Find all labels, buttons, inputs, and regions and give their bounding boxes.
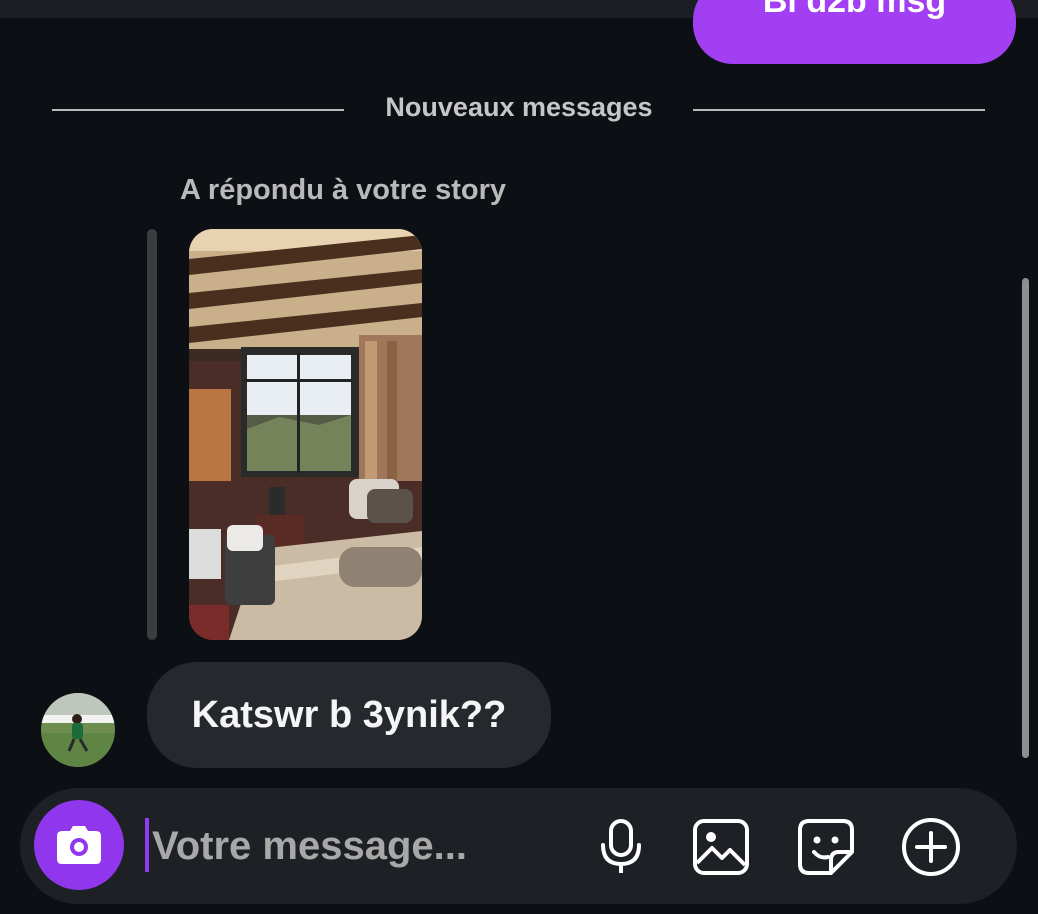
scrollbar[interactable] — [1022, 278, 1029, 758]
text-caret — [145, 818, 149, 872]
divider-line-left — [52, 109, 344, 111]
reply-indicator-bar — [147, 229, 157, 640]
story-thumbnail[interactable] — [189, 229, 422, 640]
camera-button[interactable] — [34, 800, 124, 890]
camera-icon — [57, 826, 101, 864]
microphone-icon — [601, 819, 641, 873]
more-options-button[interactable] — [900, 816, 962, 878]
image-icon — [693, 819, 749, 875]
sent-message-text: Bi d2b msg — [762, 0, 947, 20]
sent-message-bubble[interactable]: Bi d2b msg — [693, 0, 1016, 64]
sticker-icon — [798, 819, 854, 875]
gallery-button[interactable] — [690, 816, 752, 878]
new-messages-divider: Nouveaux messages — [385, 92, 653, 122]
plus-circle-icon — [902, 818, 960, 876]
message-input[interactable] — [152, 814, 572, 878]
sticker-button[interactable] — [795, 816, 857, 878]
divider-line-right — [693, 109, 985, 111]
voice-message-button[interactable] — [590, 816, 652, 878]
received-message-bubble[interactable]: Katswr b 3ynik?? — [147, 662, 551, 768]
sender-avatar[interactable] — [41, 693, 115, 767]
received-message-text: Katswr b 3ynik?? — [191, 693, 507, 736]
story-reply-caption: A répondu à votre story — [180, 174, 507, 206]
